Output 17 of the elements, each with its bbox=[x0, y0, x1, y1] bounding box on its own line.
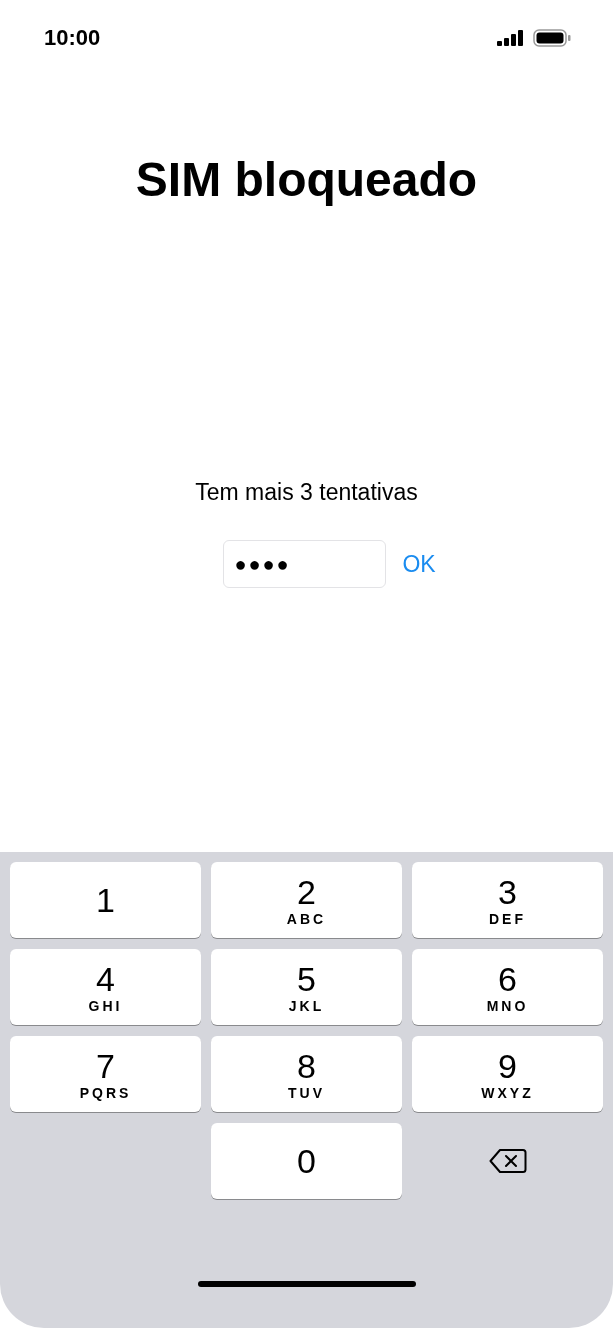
backspace-icon[interactable] bbox=[488, 1148, 527, 1174]
attempts-message: Tem mais 3 tentativas bbox=[195, 478, 418, 507]
signal-icon bbox=[497, 30, 525, 46]
keypad-key[interactable]: 3 DEF bbox=[412, 862, 603, 938]
pin-field[interactable]: ●●●● bbox=[223, 540, 387, 588]
keypad-key[interactable]: 5 JKL bbox=[211, 949, 402, 1025]
screen-title: SIM bloqueado bbox=[135, 152, 478, 208]
keypad-key[interactable]: 7 PQRS bbox=[10, 1036, 201, 1112]
keypad-key[interactable]: 6 MNO bbox=[412, 949, 603, 1025]
keypad-key[interactable]: 2 ABC bbox=[211, 862, 402, 938]
keypad-key[interactable]: 8 TUV bbox=[211, 1036, 402, 1112]
keypad-key[interactable]: 4 GHI bbox=[10, 949, 201, 1025]
keypad-key[interactable]: 9 WXYZ bbox=[412, 1036, 603, 1112]
keypad-key[interactable]: 0 bbox=[211, 1123, 402, 1199]
battery-icon bbox=[533, 29, 571, 47]
keypad-key[interactable]: 1 bbox=[10, 862, 201, 938]
status-time: 10:00 bbox=[44, 25, 101, 51]
